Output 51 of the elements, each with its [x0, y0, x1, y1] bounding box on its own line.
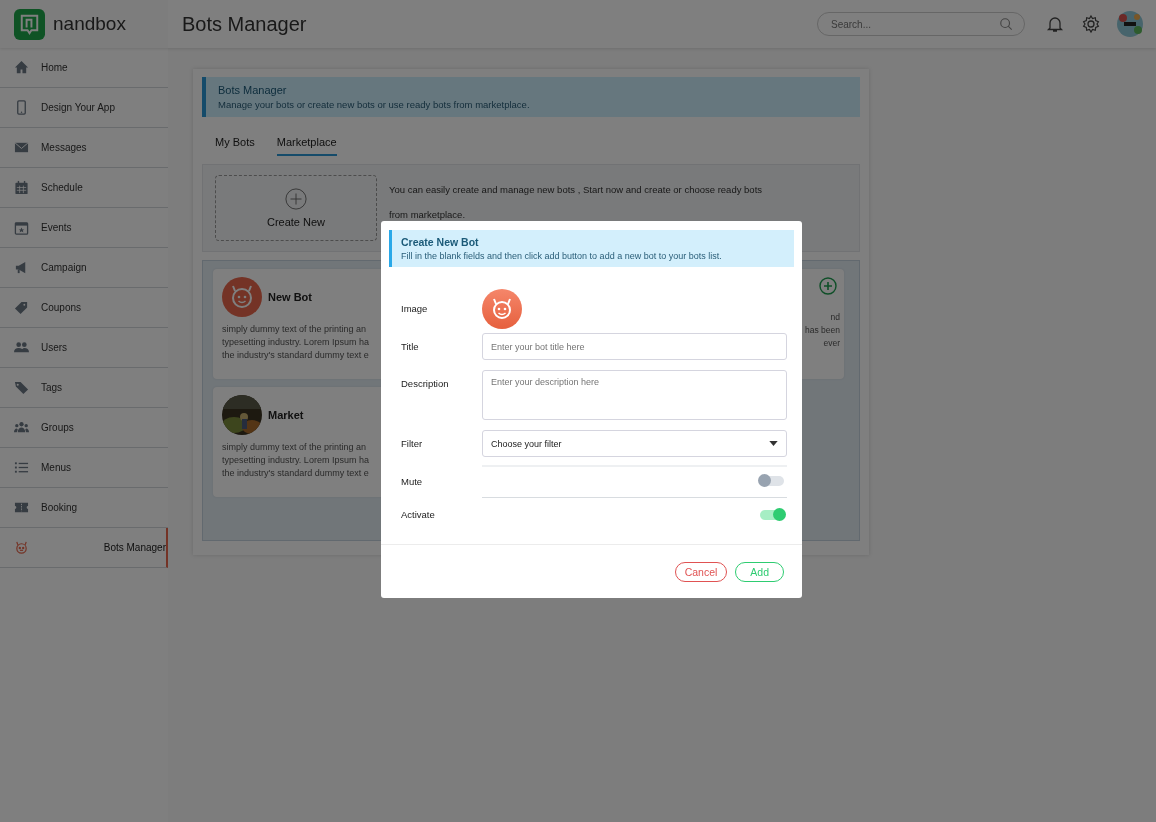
add-icon[interactable] [819, 277, 837, 295]
groups-icon [14, 420, 29, 435]
page-title: Bots Manager [182, 12, 307, 36]
field-label: Activate [401, 509, 436, 520]
field-label: Description [401, 378, 450, 389]
caret-icon [769, 441, 778, 446]
robot-avatar-icon [222, 277, 262, 317]
tab[interactable]: Marketplace [276, 133, 337, 156]
bot-description: nd [830, 311, 840, 324]
bot-description: ever [823, 337, 840, 350]
dialog-title: Create New Bot [401, 236, 480, 248]
bot-description: the industry's standard dummy text e [222, 467, 370, 480]
search-field[interactable]: Search... [817, 12, 1025, 36]
toggle-switch[interactable] [760, 509, 784, 520]
field-label: Title [401, 341, 420, 352]
plus-icon [285, 188, 307, 210]
toggle-switch[interactable] [760, 476, 784, 486]
bot-description: typesetting industry. Lorem Ipsum ha [222, 454, 370, 467]
title-input[interactable]: Enter your bot title here [482, 333, 787, 360]
bot-name: Market [268, 409, 304, 421]
settings-icon[interactable] [1081, 14, 1101, 34]
users-icon [14, 340, 29, 355]
tab[interactable]: My Bots [215, 133, 255, 156]
tag-icon [14, 380, 29, 395]
sidebar-item[interactable]: Bots Manager [0, 528, 168, 568]
create-new-button[interactable]: Create New [215, 175, 377, 241]
banner-title: Bots Manager [218, 84, 288, 96]
robot-avatar-icon[interactable] [482, 288, 522, 329]
mail-icon [14, 140, 29, 155]
bot-description: the industry's standard dummy text e [222, 349, 370, 362]
logo-text: nandbox [53, 13, 126, 35]
logo-icon [14, 8, 45, 40]
bot-description: has been [805, 324, 840, 337]
create-text: You can easily create and manage new bots , Start now and create or choose ready bots from marketplace. [389, 183, 764, 222]
dialog-subtitle: Fill in the blank fields and then click add button to add a new bot to your bots list. [401, 251, 723, 261]
phone-icon [14, 100, 29, 115]
bot-description: simply dummy text of the printing an [222, 323, 368, 336]
description-input[interactable]: Enter your description here [482, 370, 787, 420]
notification-icon[interactable] [1045, 14, 1065, 34]
bot-name: New Bot [268, 291, 312, 303]
cancel-button[interactable]: Cancel [674, 561, 728, 582]
ticket-icon [14, 500, 29, 515]
robot-icon [14, 540, 29, 555]
event-icon [14, 220, 29, 235]
banner-text: Manage your bots or create new bots or use ready bots from marketplace. [218, 99, 531, 110]
filter-dropdown[interactable]: Choose your filter [482, 430, 787, 457]
list-icon [14, 460, 29, 475]
search-icon[interactable] [999, 17, 1013, 31]
home-icon [14, 60, 29, 75]
calendar-icon [14, 180, 29, 195]
coupon-icon [14, 300, 29, 315]
